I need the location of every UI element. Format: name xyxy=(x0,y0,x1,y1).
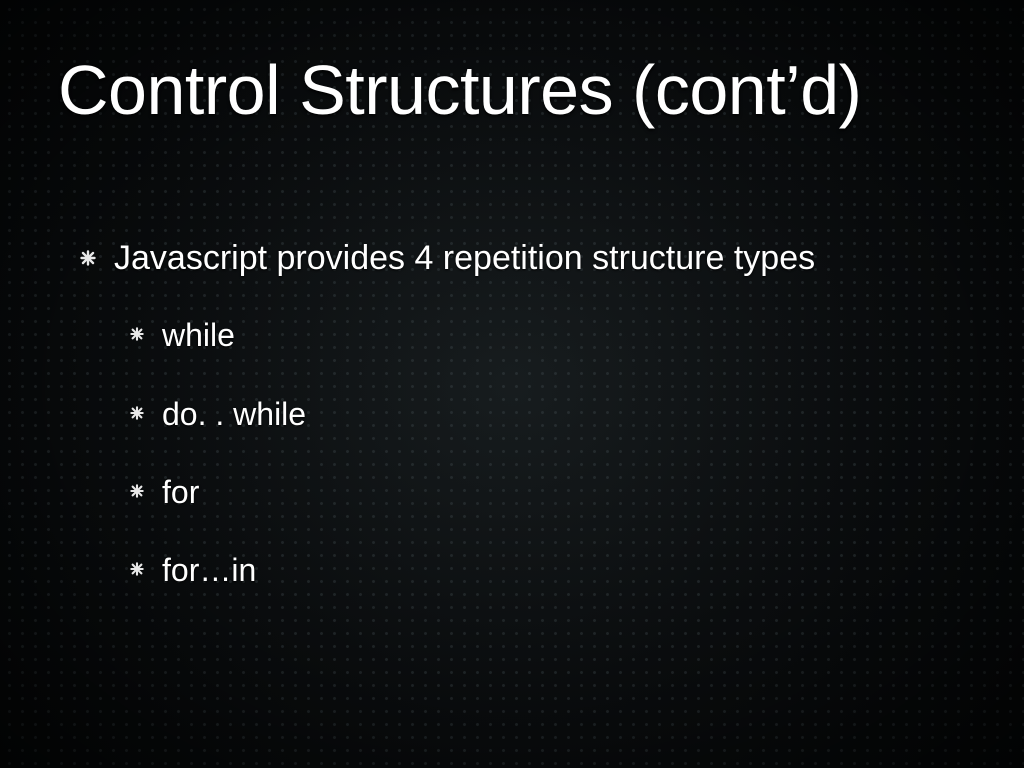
list-item: do. . while xyxy=(130,395,966,433)
bullet-text: Javascript provides 4 repetition structu… xyxy=(114,238,815,279)
asterisk-icon xyxy=(130,327,144,341)
list-item: while xyxy=(130,316,966,354)
bullet-text: for xyxy=(162,473,199,511)
asterisk-icon xyxy=(80,250,96,266)
slide-title: Control Structures (cont’d) xyxy=(58,54,966,128)
list-item: for xyxy=(130,473,966,511)
list-item: Javascript provides 4 repetition structu… xyxy=(80,238,966,279)
bullet-text: while xyxy=(162,316,235,354)
asterisk-icon xyxy=(130,406,144,420)
bullet-text: for…in xyxy=(162,551,256,589)
asterisk-icon xyxy=(130,562,144,576)
bullet-text: do. . while xyxy=(162,395,306,433)
asterisk-icon xyxy=(130,484,144,498)
slide-content: Control Structures (cont’d) Javascript p… xyxy=(0,0,1024,768)
list-item: for…in xyxy=(130,551,966,589)
